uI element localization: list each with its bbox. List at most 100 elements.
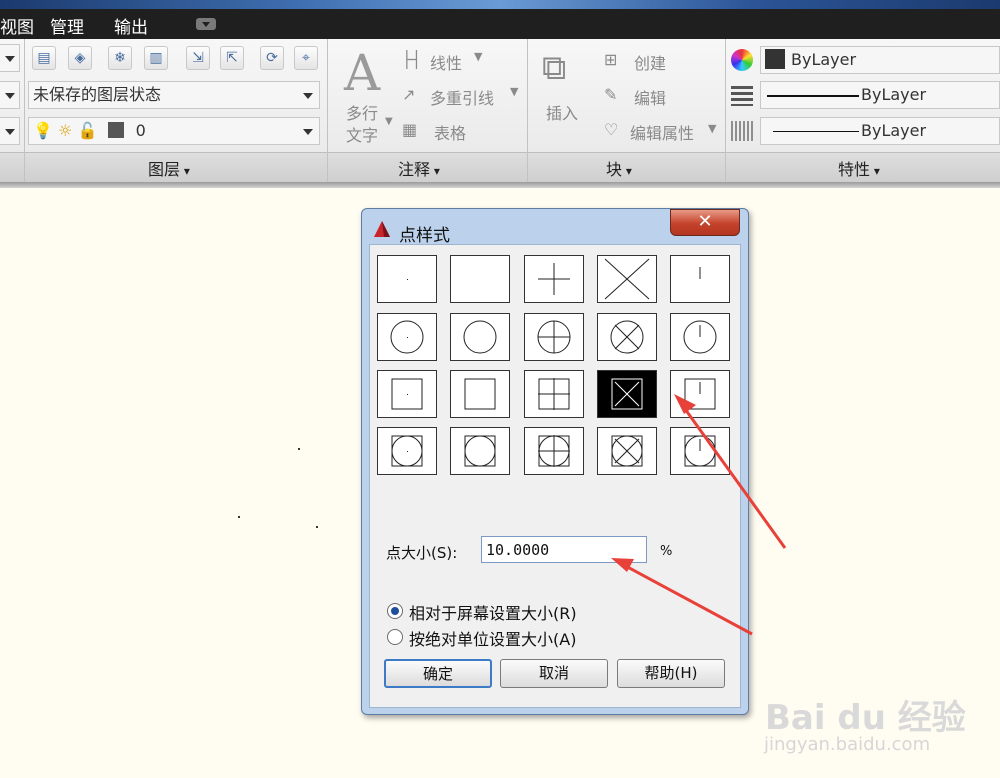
- point-style-dot-circle-tile[interactable]: [377, 313, 437, 361]
- point-style-plus-tile[interactable]: [524, 255, 584, 303]
- point-style-cross-tile[interactable]: [597, 255, 657, 303]
- table-icon: ▦: [402, 120, 418, 139]
- linear-dimension-icon: ├┤: [402, 50, 422, 69]
- multileader-dropdown-icon[interactable]: ▼: [510, 85, 518, 98]
- menu-output[interactable]: 输出: [114, 13, 148, 38]
- panel-separator: [527, 39, 528, 182]
- point-style-cross-square-tile[interactable]: [597, 370, 657, 418]
- point-style-none-square-tile[interactable]: [450, 370, 510, 418]
- layer-state-combo[interactable]: 未保存的图层状态: [28, 81, 320, 109]
- layer-walk-icon[interactable]: ⟳: [260, 46, 284, 70]
- menu-bar: 视图 管理 输出: [0, 9, 1000, 39]
- point-style-none-circle-square-tile[interactable]: [450, 427, 510, 475]
- point-style-tick-tile[interactable]: [670, 255, 730, 303]
- layer-previous-icon[interactable]: ⇱: [220, 46, 244, 70]
- panel-separator: [24, 39, 25, 182]
- point-style-plus-circle-square-tile[interactable]: [524, 427, 584, 475]
- point-style-plus-square-tile[interactable]: [524, 370, 584, 418]
- baidu-watermark-url: jingyan.baidu.com: [764, 734, 931, 755]
- layer-isolate-icon[interactable]: ◈: [68, 46, 92, 70]
- layer-match-icon[interactable]: ⇲: [186, 46, 210, 70]
- point-style-none-tile[interactable]: [450, 255, 510, 303]
- panel-separator: [327, 39, 328, 182]
- radio-absolute-label[interactable]: 按绝对单位设置大小(A): [409, 626, 576, 650]
- layer-combo[interactable]: 💡 ☼ 🔓 0: [28, 117, 320, 145]
- point-style-dot-circle-square-tile[interactable]: [377, 427, 437, 475]
- multiline-text-label-2[interactable]: 文字: [346, 122, 378, 146]
- layer-state-text: 未保存的图层状态: [33, 85, 162, 104]
- block-panel-title[interactable]: 块: [606, 156, 632, 180]
- menu-view[interactable]: 视图: [0, 13, 34, 38]
- color-wheel-icon[interactable]: [731, 49, 753, 71]
- point-style-cross-circle-square-tile[interactable]: [597, 427, 657, 475]
- layers-panel-title[interactable]: 图层: [148, 156, 190, 180]
- autocad-logo-icon: [374, 221, 390, 237]
- color-swatch: [765, 49, 785, 69]
- left-combo-2[interactable]: [0, 81, 20, 109]
- menu-dropdown-icon[interactable]: [196, 18, 216, 30]
- point-size-label: 点大小(S):: [386, 544, 458, 562]
- radio-absolute[interactable]: [387, 629, 403, 645]
- layer-properties-icon[interactable]: ▤: [32, 46, 56, 70]
- cancel-button[interactable]: 取消: [500, 659, 608, 688]
- point-style-tick-circle-square-tile[interactable]: [670, 427, 730, 475]
- sun-icon: ☼: [58, 121, 73, 140]
- point-style-tick-square-tile[interactable]: [670, 370, 730, 418]
- linetype-combo[interactable]: ByLayer: [760, 81, 1000, 109]
- baidu-watermark-logo: Bai du 经验: [765, 698, 966, 738]
- canvas-point: [316, 526, 318, 528]
- lineweight-icon[interactable]: [731, 121, 753, 141]
- left-combo-3[interactable]: [0, 117, 20, 145]
- edit-attributes-icon: ♡: [604, 120, 619, 139]
- annotation-panel-title[interactable]: 注释: [398, 156, 440, 180]
- point-style-none-circle-tile[interactable]: [450, 313, 510, 361]
- properties-panel-title[interactable]: 特性: [838, 156, 880, 180]
- point-style-dot-square-tile[interactable]: [377, 370, 437, 418]
- multileader-button[interactable]: 多重引线: [430, 85, 494, 109]
- color-combo[interactable]: ByLayer: [760, 46, 1000, 74]
- lightbulb-icon: 💡: [33, 121, 53, 140]
- create-block-button[interactable]: 创建: [634, 50, 666, 74]
- radio-relative-label[interactable]: 相对于屏幕设置大小(R): [409, 600, 577, 624]
- table-button[interactable]: 表格: [434, 120, 466, 144]
- menu-manage[interactable]: 管理: [50, 13, 84, 38]
- linetype-sample: [767, 95, 859, 97]
- left-combo-1[interactable]: [0, 44, 20, 72]
- linetype-icon[interactable]: [731, 86, 753, 106]
- color-value: ByLayer: [791, 50, 857, 69]
- multiline-text-label-1[interactable]: 多行: [346, 100, 378, 124]
- canvas-point: [298, 448, 300, 450]
- edit-block-button[interactable]: 编辑: [634, 85, 666, 109]
- layer-merge-icon[interactable]: ⌖: [294, 46, 318, 70]
- edit-attributes-button[interactable]: 编辑属性: [630, 120, 694, 144]
- linear-dropdown-icon[interactable]: ▼: [474, 50, 482, 63]
- point-size-input[interactable]: [481, 536, 647, 563]
- lineweight-value: ByLayer: [861, 121, 927, 140]
- point-style-plus-circle-tile[interactable]: [524, 313, 584, 361]
- insert-block-icon[interactable]: ⧉: [542, 48, 566, 88]
- edit-attributes-dropdown-icon[interactable]: ▼: [708, 122, 716, 135]
- dialog-title: 点样式: [399, 226, 450, 246]
- unlock-icon: 🔓: [77, 121, 98, 140]
- close-icon: ✕: [697, 211, 713, 232]
- layer-freeze-icon[interactable]: ❄: [108, 46, 132, 70]
- edit-block-icon: ✎: [604, 85, 618, 104]
- layer-name: 0: [135, 121, 146, 140]
- linear-dimension-button[interactable]: 线性: [430, 50, 462, 74]
- percent-label: %: [660, 544, 673, 559]
- point-style-tick-circle-tile[interactable]: [670, 313, 730, 361]
- point-style-cross-circle-tile[interactable]: [597, 313, 657, 361]
- radio-relative[interactable]: [387, 603, 403, 619]
- create-block-icon: ⊞: [604, 50, 618, 69]
- ok-button[interactable]: 确定: [384, 659, 492, 688]
- layer-off-icon[interactable]: ▥: [144, 46, 168, 70]
- point-style-dot-tile[interactable]: [377, 255, 437, 303]
- help-button[interactable]: 帮助(H): [617, 659, 725, 688]
- lineweight-combo[interactable]: ByLayer: [760, 117, 1000, 145]
- close-button[interactable]: ✕: [670, 209, 740, 236]
- canvas-point: [238, 516, 240, 518]
- multiline-text-dropdown-icon[interactable]: ▼: [385, 116, 393, 127]
- multiline-text-icon[interactable]: A: [344, 44, 380, 102]
- panel-separator: [725, 39, 726, 182]
- insert-block-label[interactable]: 插入: [546, 100, 578, 124]
